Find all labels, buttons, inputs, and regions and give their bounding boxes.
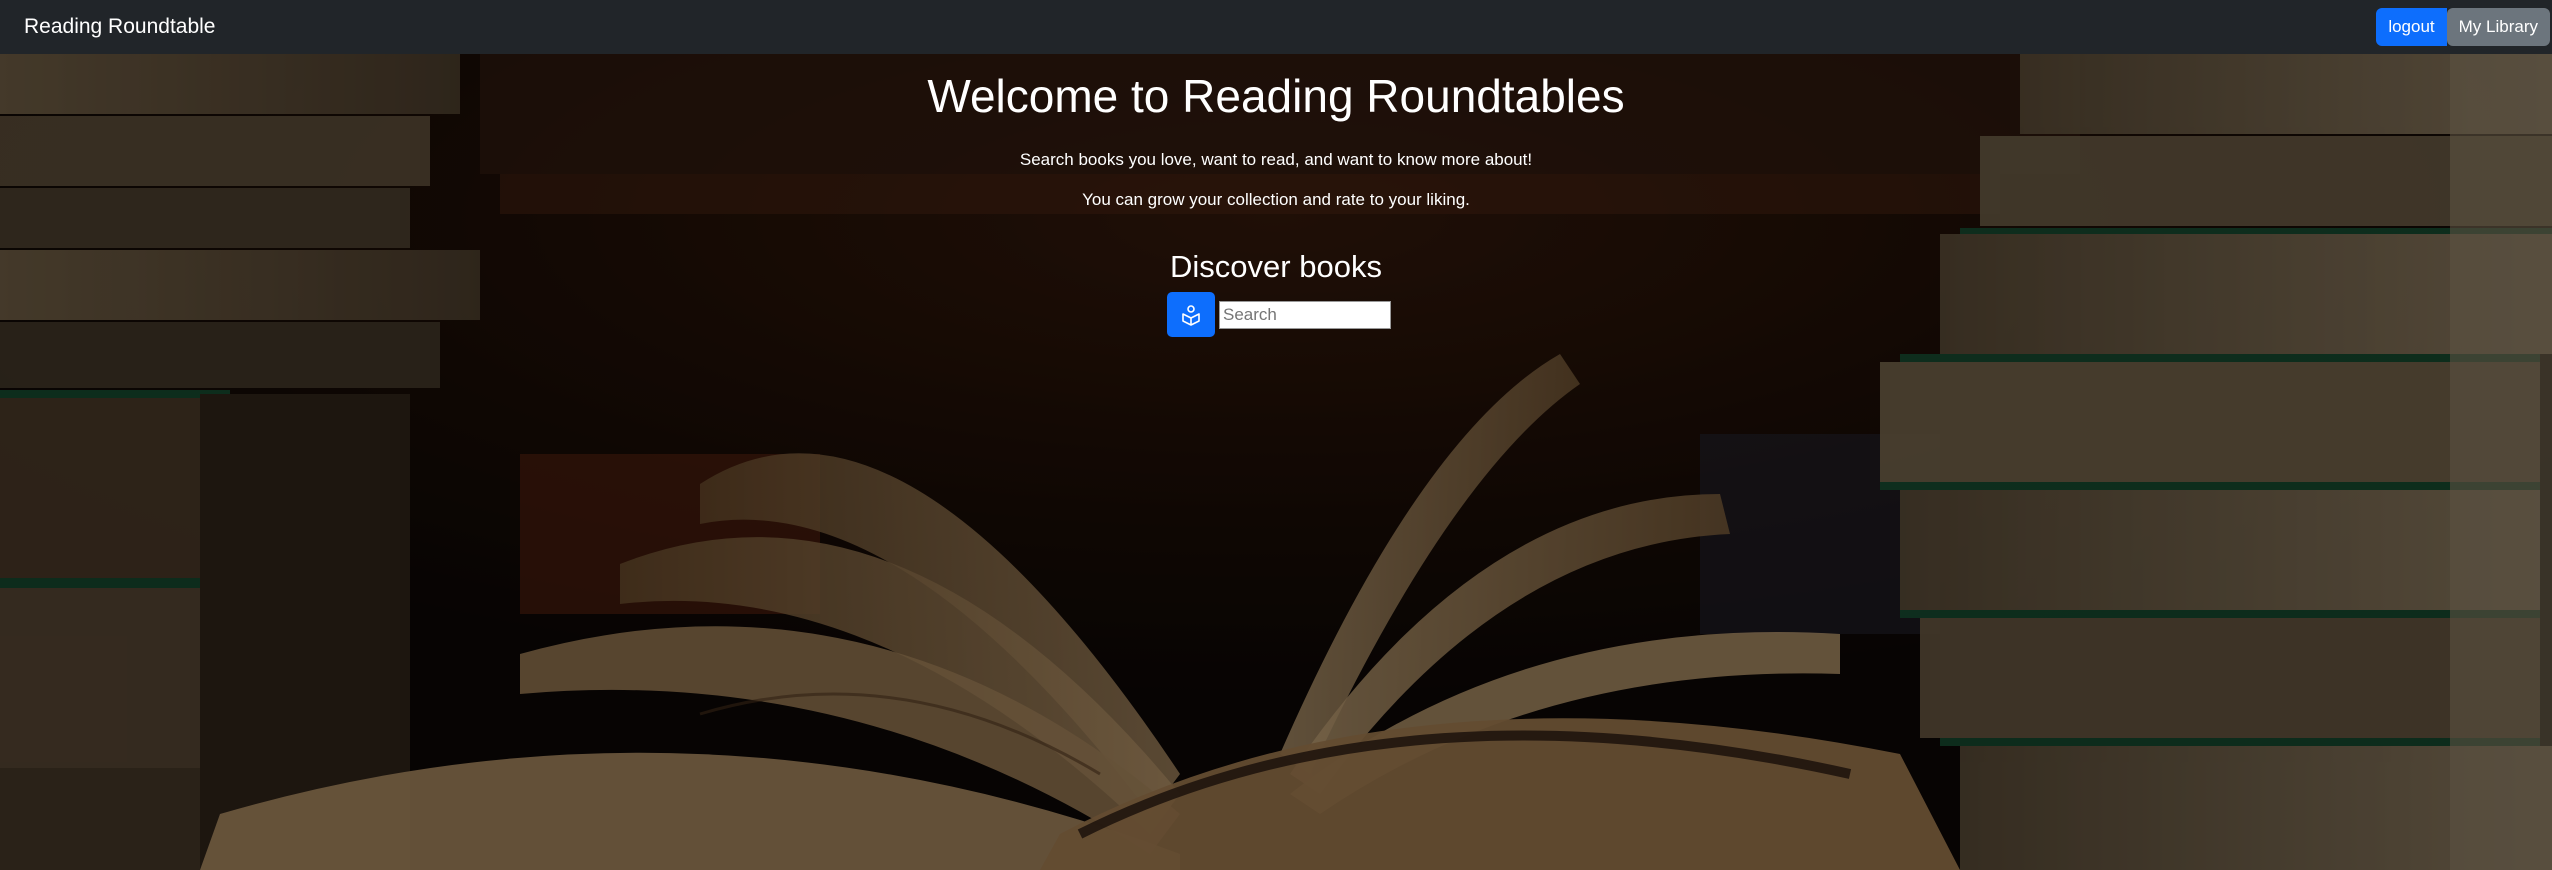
- brand-title[interactable]: Reading Roundtable: [24, 15, 215, 39]
- book-search-icon: [1182, 304, 1200, 326]
- my-library-button[interactable]: My Library: [2446, 8, 2550, 46]
- hero-content: Welcome to Reading Roundtables Search bo…: [0, 54, 2552, 337]
- hero-subtitle-search: Search books you love, want to read, and…: [1019, 150, 1533, 169]
- nav-actions: logout My Library: [2376, 0, 2552, 54]
- search-form: [6, 292, 2552, 337]
- search-input[interactable]: [1219, 300, 1391, 329]
- search-submit-button[interactable]: [1167, 292, 1215, 337]
- discover-heading: Discover books: [1170, 249, 1382, 284]
- page-title: Welcome to Reading Roundtables: [927, 70, 1625, 122]
- navbar: Reading Roundtable logout My Library: [0, 0, 2552, 54]
- hero-section: Welcome to Reading Roundtables Search bo…: [0, 54, 2552, 870]
- logout-button[interactable]: logout: [2376, 8, 2447, 46]
- hero-subtitle-collection: You can grow your collection and rate to…: [1082, 190, 1470, 209]
